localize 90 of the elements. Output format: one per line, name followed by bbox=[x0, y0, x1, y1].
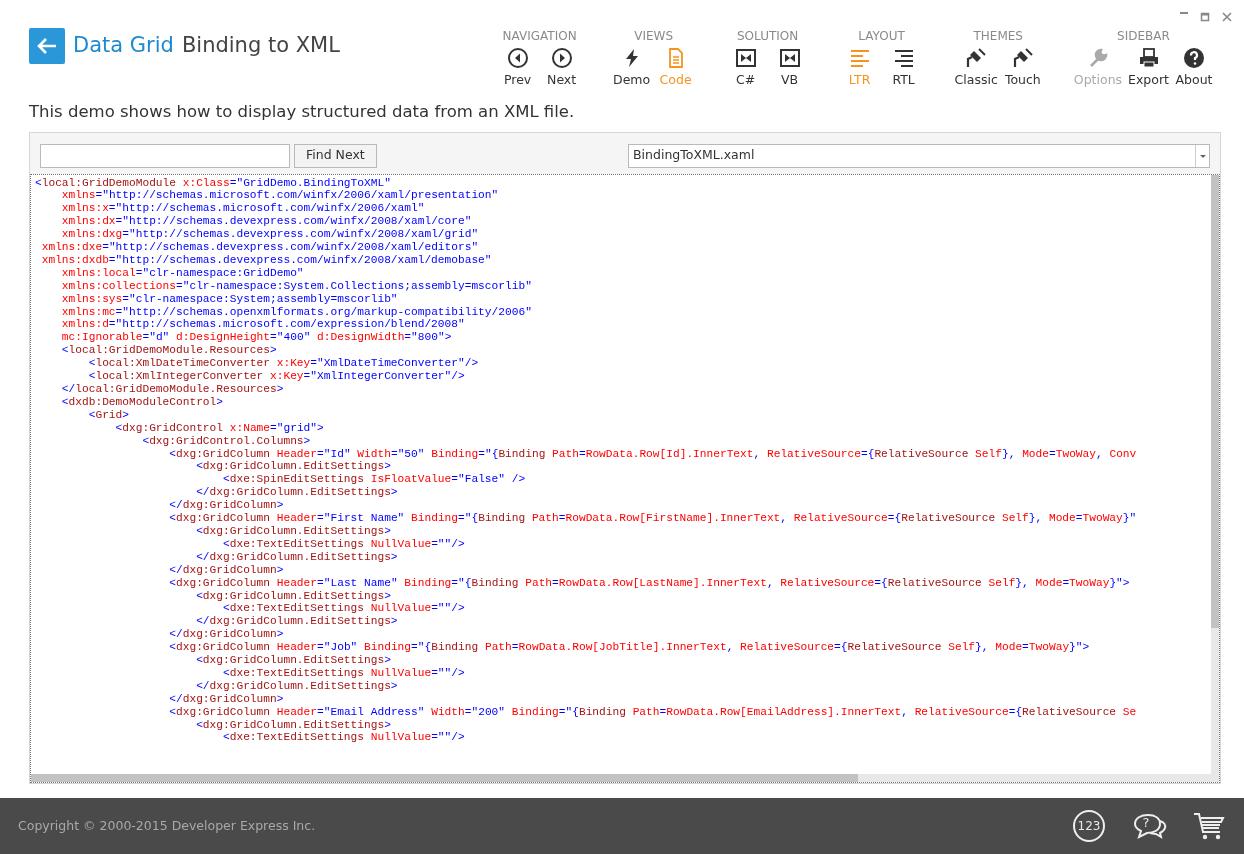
code-line: <dxg:GridColumn.EditSettings> bbox=[195, 718, 391, 732]
code-line: mc:Ignorable="d" d:DesignHeight="400" d:DesignWidth="800"> bbox=[60, 331, 452, 345]
code-line: </dxg:GridColumn.EditSettings> bbox=[195, 679, 398, 693]
minimize-icon bbox=[1180, 12, 1188, 14]
code-line: <dxg:GridColumn.EditSettings> bbox=[195, 460, 391, 474]
group-heading: SIDEBAR bbox=[1117, 28, 1170, 45]
code-line: <local:XmlDateTimeConverter x:Key="XmlDateTimeConverter"/> bbox=[87, 357, 479, 371]
code-line: </dxg:GridColumn> bbox=[168, 499, 284, 513]
code-line: </dxg:GridColumn> bbox=[168, 628, 284, 642]
toolbar-button[interactable]: C# bbox=[723, 47, 768, 90]
help-button[interactable]: ? bbox=[1126, 807, 1172, 845]
code-line: xmlns="http://schemas.microsoft.com/winfx/2006/xaml/presentation" bbox=[60, 189, 499, 203]
arrow-left-icon bbox=[36, 36, 58, 56]
code-line: <local:XmlIntegerConverter x:Key="XmlIntegerConverter"/> bbox=[87, 370, 465, 383]
caret-icon bbox=[1195, 144, 1209, 167]
align-right-icon bbox=[892, 47, 915, 69]
code-line: xmlns:local="clr-namespace:GridDemo" bbox=[60, 266, 304, 280]
toolbar-button[interactable]: Prev bbox=[495, 47, 540, 90]
code-line: xmlns:collections="clr-namespace:System.Collections;assembly=mscorlib" bbox=[60, 279, 532, 293]
code-line: <dxg:GridColumn Header="Email Address" Width="200" Binding="{Binding Path=RowData.Row[EmailAddress].InnerText, RelativeSource={RelativeSource Se bbox=[168, 705, 1137, 719]
back-button[interactable] bbox=[29, 28, 65, 64]
align-left-icon bbox=[848, 47, 871, 69]
code-line: </dxg:GridColumn.EditSettings> bbox=[195, 615, 398, 629]
breadcrumb-link[interactable]: Data Grid bbox=[73, 30, 174, 62]
brush-icon bbox=[965, 47, 988, 69]
code-line: xmlns:dx="http://schemas.devexpress.com/winfx/2008/xaml/core" bbox=[60, 215, 472, 229]
horizontal-scrollbar[interactable] bbox=[31, 773, 1211, 782]
brush-icon bbox=[1011, 47, 1034, 69]
project-icon bbox=[734, 47, 757, 69]
code-line: <dxg:GridColumn Header="Last Name" Binding="{Binding Path=RowData.Row[LastName].InnerText, RelativeSource={RelativeSource Self}, Mode=TwoWay}"> bbox=[168, 576, 1130, 590]
file-dropdown[interactable]: BindingToXML.xaml bbox=[628, 143, 1210, 168]
code-line: <dxe:SpinEditSettings IsFloatValue="False" /> bbox=[222, 473, 526, 487]
search-field[interactable] bbox=[40, 143, 290, 168]
circle-icon bbox=[1072, 809, 1106, 843]
arrow-right-circle-icon bbox=[550, 47, 573, 69]
cart-button[interactable] bbox=[1192, 810, 1226, 842]
code-line: <local:GridDemoModule x:Class="GridDemo.BindingToXML" bbox=[35, 176, 391, 190]
toolbar-button[interactable]: Demo bbox=[609, 47, 654, 90]
toolbar-button[interactable]: About bbox=[1172, 47, 1216, 90]
toolbar-button[interactable]: Export bbox=[1125, 47, 1172, 90]
code-line: <dxg:GridColumn Header="First Name" Binding="{Binding Path=RowData.Row[FirstName].InnerText, RelativeSource={RelativeSource Self}, Mode=TwoWay}" bbox=[168, 512, 1137, 525]
toolbar-button[interactable]: Next bbox=[539, 47, 584, 90]
group-heading: SOLUTION bbox=[737, 28, 799, 45]
printer-icon bbox=[1137, 47, 1160, 69]
cart-icon bbox=[1192, 810, 1226, 842]
project-icon bbox=[778, 47, 801, 69]
code-line: <dxg:GridControl.Columns> bbox=[141, 434, 311, 448]
code-line: <dxe:TextEditSettings NullValue=""/> bbox=[222, 537, 465, 551]
code-line: <dxe:TextEditSettings NullValue=""/> bbox=[222, 666, 465, 680]
group-heading: NAVIGATION bbox=[502, 28, 577, 45]
toolbar-button[interactable]: RTL bbox=[881, 47, 926, 90]
group-heading: THEMES bbox=[973, 28, 1023, 45]
find-next-button[interactable]: Find Next bbox=[294, 143, 377, 168]
code-line: xmlns:dxg="http://schemas.devexpress.com/winfx/2008/xaml/grid" bbox=[60, 228, 479, 242]
code-line: <dxdb:DemoModuleControl> bbox=[60, 395, 223, 409]
code-line: xmlns:mc="http://schemas.openxmlformats.org/markup-compatibility/2006" bbox=[60, 305, 532, 319]
toolbar-button[interactable]: Touch bbox=[1000, 47, 1045, 90]
maximize-icon bbox=[1200, 11, 1210, 22]
code-line: <Grid> bbox=[87, 408, 129, 422]
code-line: <local:GridDemoModule.Resources> bbox=[60, 344, 277, 358]
code-line: xmlns:dxe="http://schemas.devexpress.com/winfx/2008/xaml/editors" bbox=[40, 241, 479, 254]
numbers-button[interactable]: 123 bbox=[1072, 809, 1106, 843]
code-line: </dxg:GridColumn.EditSettings> bbox=[195, 550, 398, 564]
code-line: </local:GridDemoModule.Resources> bbox=[60, 383, 284, 396]
help-icon bbox=[1183, 47, 1205, 69]
page-title: Binding to XML bbox=[181, 32, 340, 60]
arrow-left-circle-icon bbox=[506, 47, 529, 69]
code-line: <dxg:GridColumn Header="Id" Width="50" Binding="{Binding Path=RowData.Row[Id].InnerText, RelativeSource={RelativeSource Self}, Mode=TwoWay, Conv bbox=[168, 447, 1137, 461]
description-text: This demo shows how to display structured data from an XML file. bbox=[29, 101, 575, 121]
toolbar-button[interactable]: VB bbox=[767, 47, 812, 90]
toolbar-button[interactable]: Classic bbox=[951, 47, 1001, 90]
code-line: <dxe:TextEditSettings NullValue=""/> bbox=[222, 602, 465, 616]
group-heading: LAYOUT bbox=[858, 28, 905, 45]
code-line: <dxe:TextEditSettings NullValue=""/> bbox=[222, 731, 465, 745]
code-line: <dxg:GridColumn.EditSettings> bbox=[195, 589, 391, 603]
code-line: </dxg:GridColumn.EditSettings> bbox=[195, 486, 398, 500]
close-icon bbox=[1222, 11, 1232, 22]
group-heading: VIEWS bbox=[634, 28, 673, 45]
vertical-scrollbar[interactable] bbox=[1211, 174, 1219, 782]
code-line: xmlns:x="http://schemas.microsoft.com/winfx/2006/xaml" bbox=[60, 202, 425, 216]
code-line: xmlns:sys="clr-namespace:System;assembly=mscorlib" bbox=[60, 292, 398, 306]
code-line: xmlns:d="http://schemas.microsoft.com/expression/blend/2008" bbox=[60, 318, 465, 332]
code-line: </dxg:GridColumn> bbox=[168, 692, 284, 706]
code-line: <dxg:GridColumn Header="Job" Binding="{Binding Path=RowData.Row[JobTitle].InnerText, RelativeSource={RelativeSource Self}, Mode=TwoWay}"> bbox=[168, 641, 1090, 655]
code-line: </dxg:GridColumn> bbox=[168, 563, 284, 577]
code-line: xmlns:dxdb="http://schemas.devexpress.com/winfx/2008/xaml/demobase" bbox=[40, 253, 492, 267]
code-line: <dxg:GridColumn.EditSettings> bbox=[195, 654, 391, 667]
copyright-text: Copyright © 2000-2015 Developer Express Inc. bbox=[18, 816, 316, 835]
code-line: <dxg:GridColumn.EditSettings> bbox=[195, 524, 391, 538]
code-line: <dxg:GridControl x:Name="grid"> bbox=[114, 421, 324, 435]
